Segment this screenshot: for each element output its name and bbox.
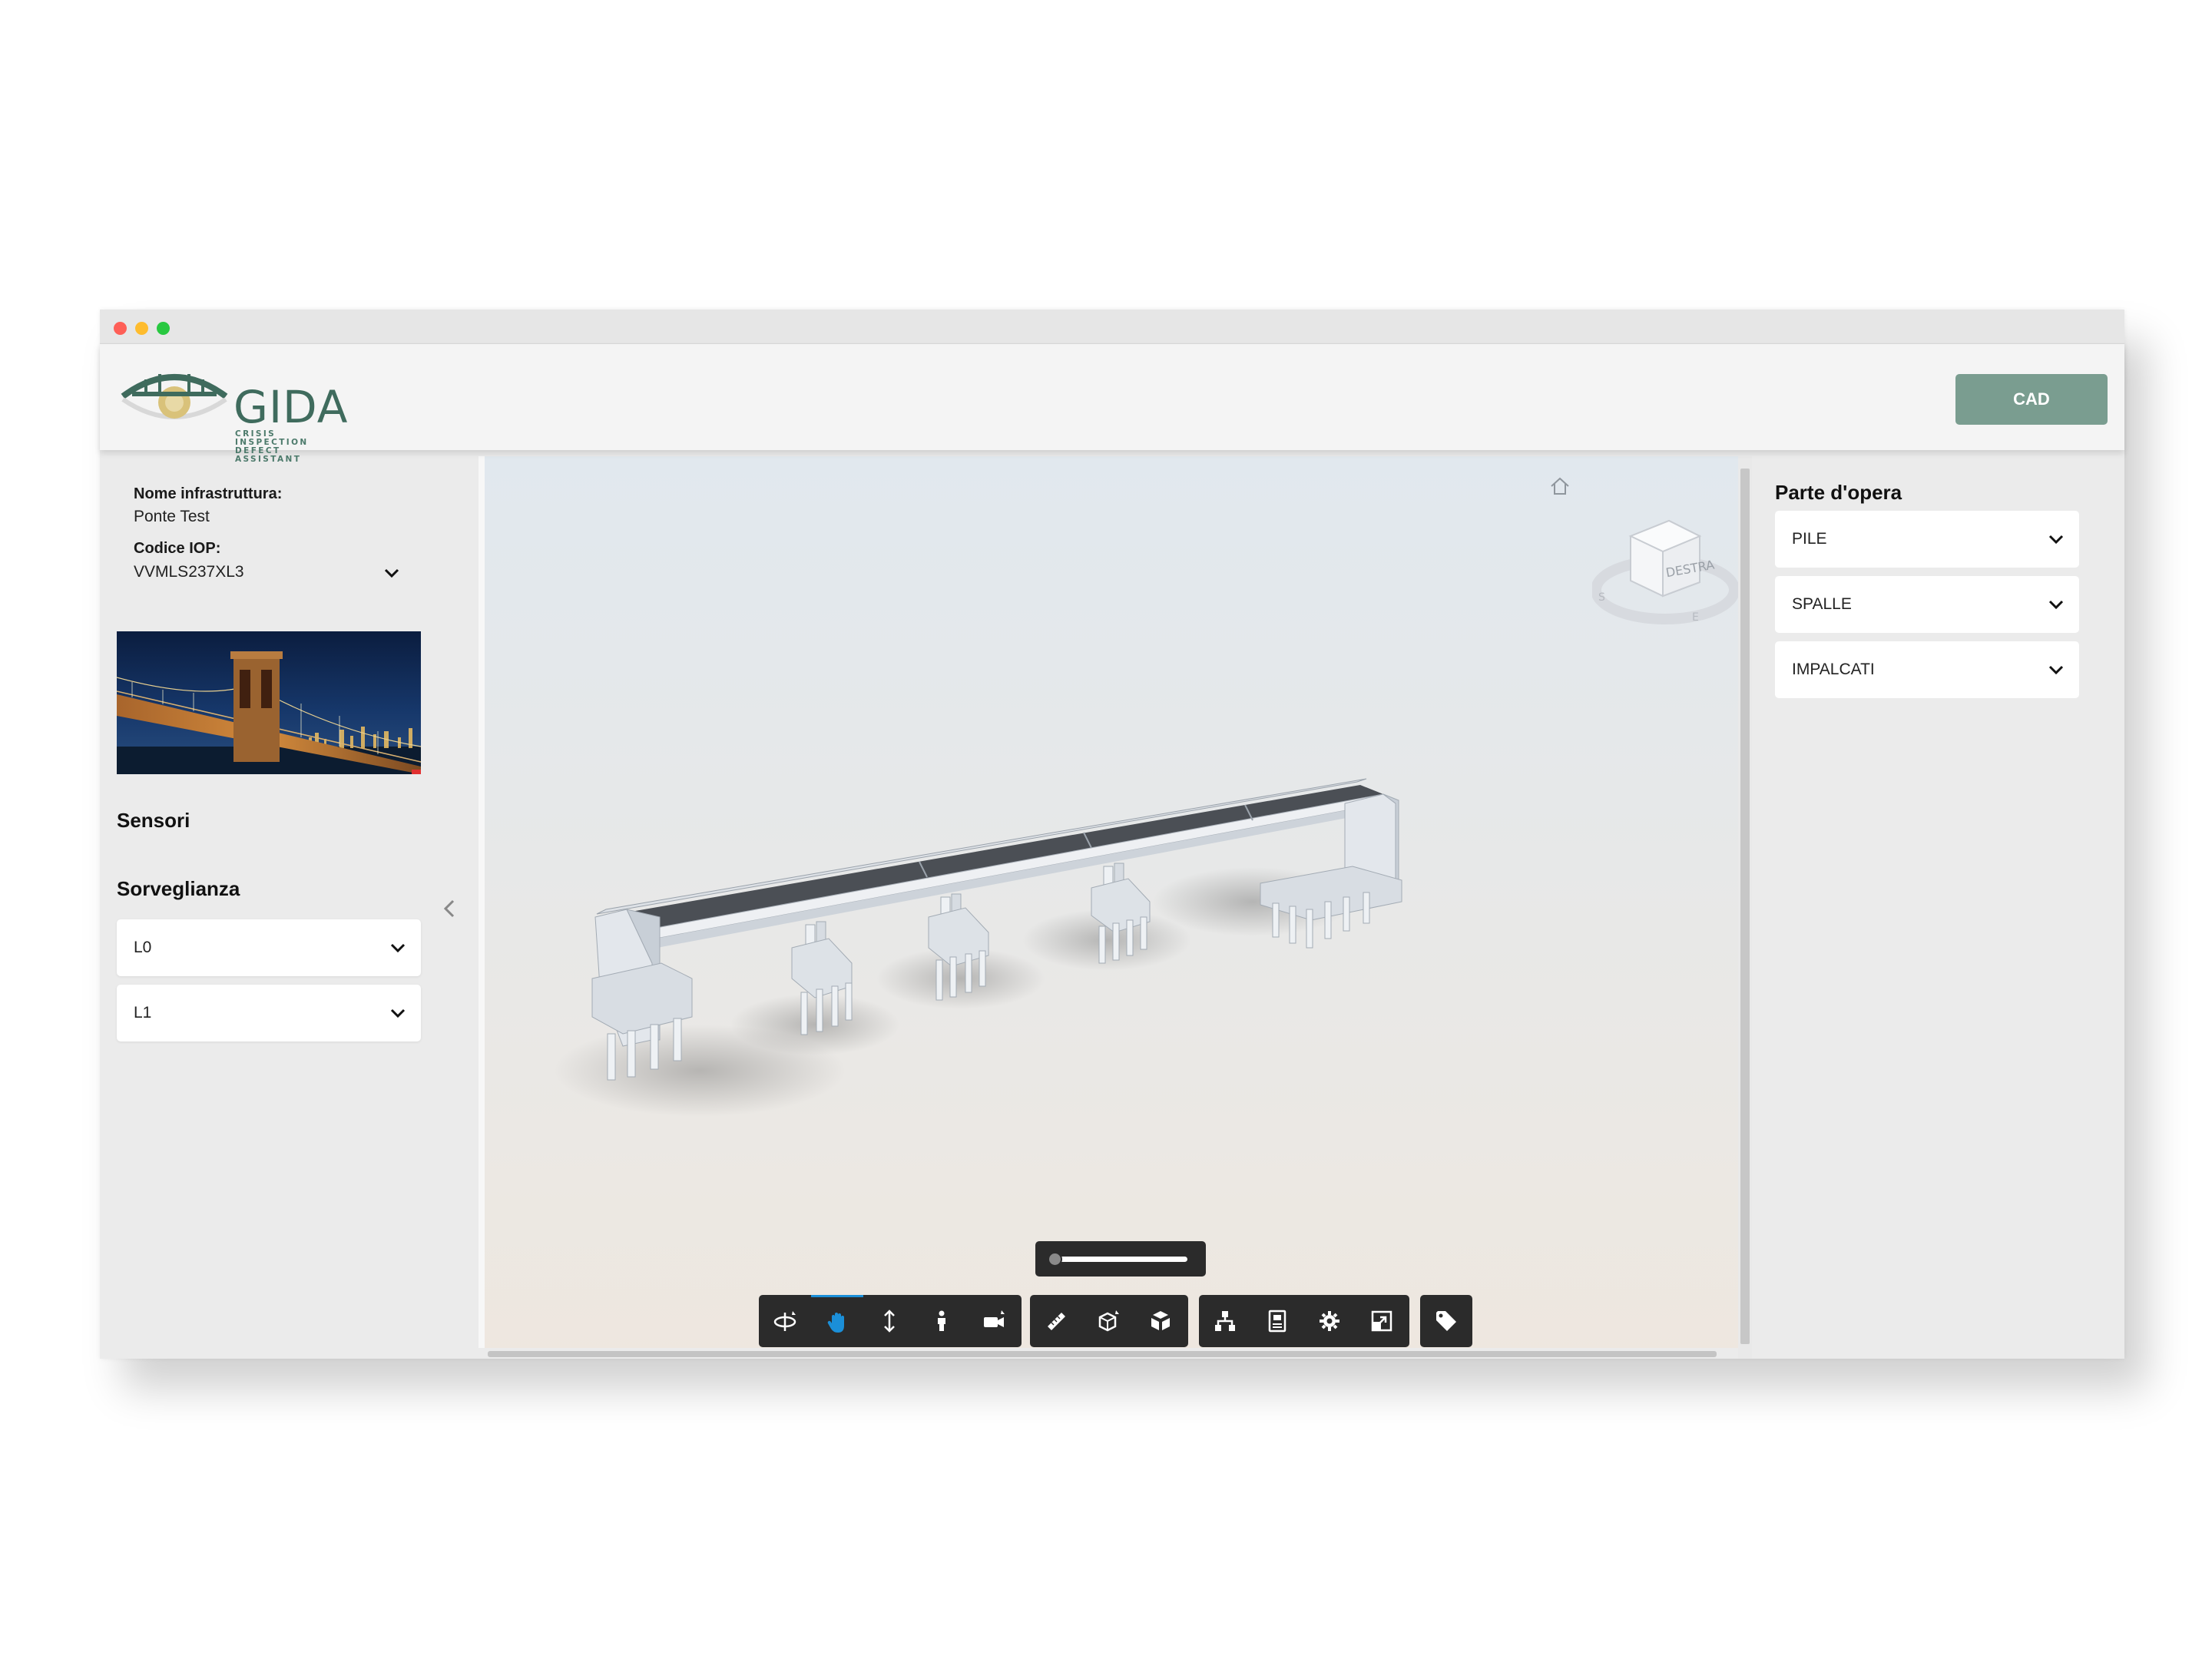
orbit-icon bbox=[773, 1311, 796, 1331]
bridge-3d-model[interactable] bbox=[485, 456, 1746, 1359]
collapse-left-panel-icon[interactable] bbox=[438, 893, 461, 924]
pan-tool-button[interactable] bbox=[811, 1295, 863, 1347]
level-select-label: L1 bbox=[134, 1004, 152, 1022]
bridge-photo bbox=[117, 631, 421, 774]
tag-button[interactable] bbox=[1420, 1295, 1472, 1347]
maximize-window-button[interactable] bbox=[157, 322, 170, 335]
structure-parts-title: Parte d'opera bbox=[1775, 481, 1902, 504]
pan-icon bbox=[827, 1312, 844, 1333]
3d-viewer-canvas[interactable]: DESTRA S E bbox=[478, 456, 1746, 1359]
part-select-label: IMPALCATI bbox=[1792, 661, 1875, 678]
level-select-l0[interactable]: L0 bbox=[117, 919, 421, 976]
level-select-l1[interactable]: L1 bbox=[117, 985, 421, 1041]
part-select-impalcati[interactable]: IMPALCATI bbox=[1775, 641, 2079, 698]
part-select-pile[interactable]: PILE bbox=[1775, 511, 2079, 568]
window-titlebar bbox=[100, 310, 2124, 344]
measure-tool-button[interactable] bbox=[1030, 1295, 1082, 1347]
orbit-tool-button[interactable] bbox=[759, 1295, 811, 1347]
camera-tool-button[interactable] bbox=[968, 1295, 1020, 1347]
chevron-down-icon bbox=[2048, 535, 2064, 545]
zoom-tool-button[interactable] bbox=[863, 1295, 916, 1347]
view-cube-icon[interactable]: DESTRA S E bbox=[1592, 505, 1738, 636]
part-select-label: SPALLE bbox=[1792, 595, 1852, 613]
measure-icon bbox=[1048, 1313, 1065, 1330]
infrastructure-name-label: Nome infrastruttura: bbox=[134, 485, 283, 502]
compass-s-label: S bbox=[1598, 591, 1605, 604]
chevron-down-icon bbox=[390, 943, 406, 953]
explode-tool-button[interactable] bbox=[1134, 1295, 1187, 1347]
viewer-vertical-scrollbar[interactable] bbox=[1738, 456, 1752, 1359]
compass-e-label: E bbox=[1692, 611, 1699, 624]
model-browser-button[interactable] bbox=[1199, 1295, 1251, 1347]
vertical-scroll-thumb[interactable] bbox=[1740, 469, 1750, 1344]
gear-icon bbox=[1320, 1311, 1339, 1331]
logo-wordmark: GIDA bbox=[233, 381, 349, 433]
tag-icon bbox=[1436, 1311, 1456, 1331]
cad-button[interactable]: CAD bbox=[1955, 374, 2108, 425]
model-browser-icon bbox=[1215, 1311, 1235, 1331]
right-sidebar: Parte d'opera PILE SPALLE IMPALCATI bbox=[1752, 450, 2124, 1359]
slider-track[interactable] bbox=[1058, 1257, 1187, 1262]
infrastructure-name-value: Ponte Test bbox=[134, 508, 210, 525]
app-window: GIDA CRISIS INSPECTION DEFECT ASSISTANT … bbox=[100, 310, 2124, 1359]
logo-subtitle: CRISIS INSPECTION DEFECT ASSISTANT bbox=[235, 429, 309, 464]
close-window-button[interactable] bbox=[114, 322, 127, 335]
iop-code-label: Codice IOP: bbox=[134, 540, 221, 557]
zoom-icon bbox=[884, 1310, 895, 1333]
viewer-horizontal-scrollbar[interactable] bbox=[478, 1348, 1738, 1359]
left-sidebar: Nome infrastruttura: Ponte Test Codice I… bbox=[100, 450, 469, 1359]
level-select-label: L0 bbox=[134, 939, 152, 956]
properties-icon bbox=[1268, 1310, 1286, 1333]
chevron-down-icon bbox=[2048, 600, 2064, 610]
section-icon bbox=[1098, 1310, 1119, 1332]
properties-button[interactable] bbox=[1251, 1295, 1303, 1347]
eye-bridge-logo-icon bbox=[121, 374, 228, 419]
section-tool-button[interactable] bbox=[1082, 1295, 1134, 1347]
settings-toolbar bbox=[1199, 1295, 1409, 1347]
surveillance-title: Sorveglianza bbox=[117, 877, 240, 900]
chevron-down-icon bbox=[390, 1008, 406, 1018]
sensors-title: Sensori bbox=[117, 809, 190, 832]
horizontal-scroll-thumb[interactable] bbox=[488, 1351, 1717, 1357]
explode-icon bbox=[1151, 1311, 1170, 1330]
part-select-label: PILE bbox=[1792, 530, 1827, 548]
iop-code-value: VVMLS237XL3 bbox=[134, 563, 244, 581]
part-select-spalle[interactable]: SPALLE bbox=[1775, 576, 2079, 633]
settings-button[interactable] bbox=[1303, 1295, 1356, 1347]
explode-slider[interactable] bbox=[1035, 1241, 1206, 1277]
tag-toolbar bbox=[1420, 1295, 1472, 1347]
gida-logo[interactable]: GIDA CRISIS INSPECTION DEFECT ASSISTANT bbox=[117, 364, 347, 464]
first-person-tool-button[interactable] bbox=[916, 1295, 968, 1347]
app-header: GIDA CRISIS INSPECTION DEFECT ASSISTANT … bbox=[100, 344, 2124, 464]
navigation-toolbar bbox=[759, 1295, 1022, 1347]
fullscreen-button[interactable] bbox=[1356, 1295, 1408, 1347]
analysis-toolbar bbox=[1030, 1295, 1188, 1347]
camera-icon bbox=[984, 1310, 1005, 1327]
first-person-icon bbox=[938, 1310, 945, 1331]
chevron-down-icon bbox=[2048, 665, 2064, 675]
minimize-window-button[interactable] bbox=[135, 322, 148, 335]
slider-knob[interactable] bbox=[1048, 1252, 1062, 1267]
iop-code-chevron-down-icon[interactable] bbox=[382, 564, 401, 582]
fullscreen-icon bbox=[1371, 1310, 1392, 1332]
home-view-icon[interactable] bbox=[1548, 475, 1571, 498]
